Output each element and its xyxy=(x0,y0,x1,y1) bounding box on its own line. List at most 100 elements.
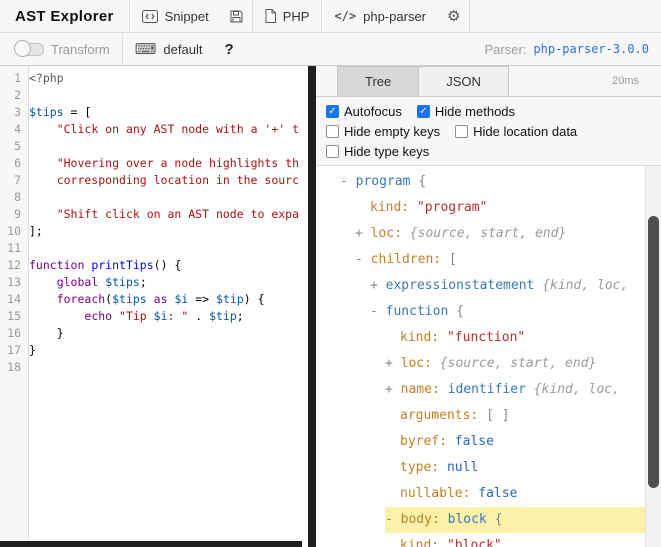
tree-row-content: + name: identifier {kind, loc, xyxy=(385,377,645,403)
tree-token: "program" xyxy=(417,200,487,215)
option-hide-methods[interactable]: ✓Hide methods xyxy=(417,104,515,119)
save-button[interactable] xyxy=(221,0,252,32)
option-autofocus[interactable]: ✓Autofocus xyxy=(326,104,402,119)
checkbox-icon[interactable] xyxy=(326,125,339,138)
tree-row[interactable]: kind: "block" xyxy=(332,533,645,547)
horizontal-scrollbar[interactable] xyxy=(0,541,302,547)
options-row: ✓Autofocus ✓Hide methods xyxy=(326,101,651,121)
line-number: 4 xyxy=(0,121,29,138)
option-hide-location-data[interactable]: Hide location data xyxy=(455,124,577,139)
expander-icon[interactable]: - xyxy=(355,252,371,267)
code-token: = [ xyxy=(64,105,92,119)
option-hide-type-keys[interactable]: Hide type keys xyxy=(326,144,429,159)
code-token xyxy=(29,156,57,170)
tree-row[interactable]: kind: "function" xyxy=(332,325,645,351)
tree-row[interactable]: type: null xyxy=(332,455,645,481)
code-token: : " xyxy=(168,309,189,323)
tree-row[interactable]: + expressionstatement {kind, loc, xyxy=(332,273,645,299)
tree-token: name: xyxy=(401,382,448,397)
tree-row-content: kind: "function" xyxy=(400,325,645,351)
help-button[interactable]: ? xyxy=(214,41,243,58)
expander-icon[interactable]: + xyxy=(355,226,371,241)
code-line: 2 xyxy=(0,87,308,104)
code-line-text: "Hovering over a node highlights th xyxy=(29,155,308,172)
code-line: 15 echo "Tip $i: " . $tip; xyxy=(0,308,308,325)
code-token: } xyxy=(29,326,64,340)
tree-row-content: - body: block { xyxy=(385,507,645,533)
save-icon xyxy=(230,10,243,23)
options-row: Hide type keys xyxy=(326,141,651,161)
tab-json[interactable]: JSON xyxy=(419,66,509,96)
main-content: 1<?php23$tips = [4 "Click on any AST nod… xyxy=(0,66,661,547)
top-header: AST Explorer Snippet PHP </> php-parser … xyxy=(0,0,661,33)
code-token xyxy=(29,122,57,136)
code-token: $tip xyxy=(209,309,237,323)
toggle-knob[interactable] xyxy=(14,40,31,57)
code-token: => xyxy=(188,292,216,306)
category-button[interactable]: PHP xyxy=(253,0,322,32)
tree-row-content: kind: "program" xyxy=(370,195,645,221)
code-line-text: function printTips() { xyxy=(29,257,308,274)
code-token xyxy=(29,207,57,221)
toggle-switch-icon[interactable] xyxy=(16,43,44,56)
tree-row[interactable]: byref: false xyxy=(332,429,645,455)
tree-token: kind: xyxy=(400,330,447,345)
snippet-label: Snippet xyxy=(165,9,209,24)
parser-settings-button[interactable]: ⚙ xyxy=(438,0,469,32)
checkbox-icon[interactable]: ✓ xyxy=(417,105,430,118)
line-number: 10 xyxy=(0,223,29,240)
code-token xyxy=(112,309,119,323)
code-token: as xyxy=(154,292,168,306)
tree-row[interactable]: - body: block { xyxy=(332,507,645,533)
checkbox-icon[interactable] xyxy=(455,125,468,138)
transform-toggle[interactable]: Transform xyxy=(0,33,122,65)
code-line: 5 xyxy=(0,138,308,155)
code-token: "Tip xyxy=(119,309,154,323)
tree-token: program xyxy=(356,174,419,189)
tree-scrollbar-thumb[interactable] xyxy=(648,216,659,488)
tree-row[interactable]: kind: "program" xyxy=(332,195,645,221)
expander-icon[interactable]: + xyxy=(385,382,401,397)
expander-icon[interactable]: - xyxy=(340,174,356,189)
output-tabbar: Tree JSON 20ms xyxy=(316,66,661,97)
parser-button[interactable]: </> php-parser xyxy=(322,0,438,32)
tree-row[interactable]: - function { xyxy=(332,299,645,325)
tree-row[interactable]: - program { xyxy=(332,169,645,195)
tab-tree[interactable]: Tree xyxy=(337,66,419,96)
tree-row[interactable]: nullable: false xyxy=(332,481,645,507)
code-line: 16 } xyxy=(0,325,308,342)
line-number: 13 xyxy=(0,274,29,291)
tree-row[interactable]: arguments: [ ] xyxy=(332,403,645,429)
expander-icon[interactable]: + xyxy=(370,278,386,293)
code-icon: </> xyxy=(334,9,356,23)
editor-vertical-scrollbar[interactable] xyxy=(308,66,316,547)
transformer-button[interactable]: ⌨ default xyxy=(123,33,215,65)
tree-token: kind: xyxy=(370,200,417,215)
code-token: $i xyxy=(154,309,168,323)
code-line-text: ]; xyxy=(29,223,308,240)
tree-row[interactable]: + name: identifier {kind, loc, xyxy=(332,377,645,403)
expander-icon[interactable]: - xyxy=(370,304,386,319)
tree-row[interactable]: - children: [ xyxy=(332,247,645,273)
tree-row-content: + expressionstatement {kind, loc, xyxy=(370,273,645,299)
expander-icon[interactable]: + xyxy=(385,356,401,371)
code-area[interactable]: 1<?php23$tips = [4 "Click on any AST nod… xyxy=(0,70,308,376)
tree-token: kind: xyxy=(400,538,447,547)
tree-token: [ ] xyxy=(486,408,509,423)
code-token: global xyxy=(57,275,99,289)
checkbox-icon[interactable] xyxy=(326,145,339,158)
tree-row[interactable]: + loc: {source, start, end} xyxy=(332,221,645,247)
tree-row[interactable]: + loc: {source, start, end} xyxy=(332,351,645,377)
line-number: 16 xyxy=(0,325,29,342)
snippet-button[interactable]: Snippet xyxy=(130,0,221,32)
tree-token: { xyxy=(495,512,503,527)
option-hide-empty-keys[interactable]: Hide empty keys xyxy=(326,124,440,139)
checkbox-icon[interactable]: ✓ xyxy=(326,105,339,118)
tree-row-content: - children: [ xyxy=(355,247,645,273)
code-editor[interactable]: 1<?php23$tips = [4 "Click on any AST nod… xyxy=(0,66,308,547)
tree-scrollbar[interactable] xyxy=(645,166,661,547)
expander-icon[interactable]: - xyxy=(385,512,401,527)
parser-version-link[interactable]: php-parser-3.0.0 xyxy=(533,42,649,56)
app-title: AST Explorer xyxy=(0,8,129,25)
line-number: 7 xyxy=(0,172,29,189)
